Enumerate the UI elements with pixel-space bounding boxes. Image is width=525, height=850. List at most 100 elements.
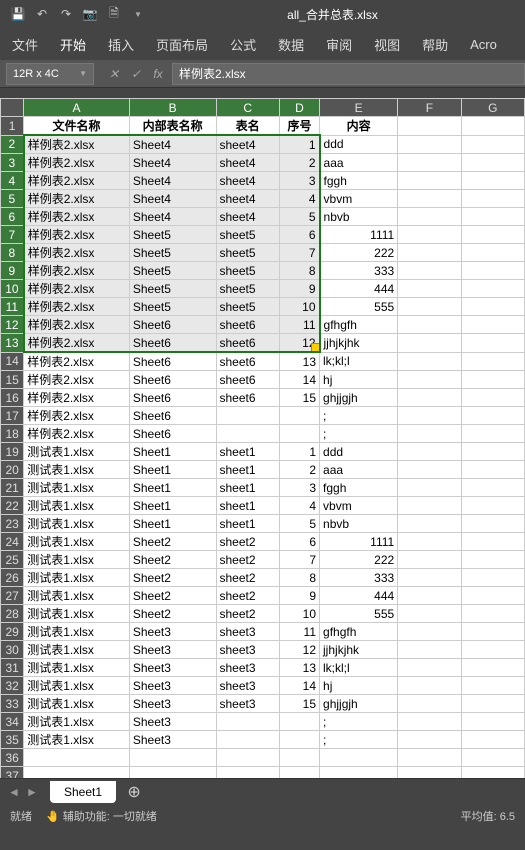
cell-E36[interactable]: [320, 749, 398, 767]
cell-C10[interactable]: sheet5: [216, 280, 279, 298]
cell-G5[interactable]: [461, 190, 524, 208]
cell-G7[interactable]: [461, 226, 524, 244]
cell-C9[interactable]: sheet5: [216, 262, 279, 280]
cell-D18[interactable]: [279, 425, 319, 443]
tab-file[interactable]: 文件: [10, 31, 40, 58]
row-header-27[interactable]: 27: [1, 587, 24, 605]
cell-B31[interactable]: Sheet3: [129, 659, 216, 677]
cell-E35[interactable]: ;: [320, 731, 398, 749]
cell-A10[interactable]: 样例表2.xlsx: [24, 280, 130, 298]
tab-home[interactable]: 开始: [58, 31, 88, 58]
cell-F15[interactable]: [398, 371, 461, 389]
cell-C28[interactable]: sheet2: [216, 605, 279, 623]
cell-F36[interactable]: [398, 749, 461, 767]
cell-E16[interactable]: ghjjgjh: [320, 389, 398, 407]
row-header-4[interactable]: 4: [1, 172, 24, 190]
cell-E33[interactable]: ghjjgjh: [320, 695, 398, 713]
cell-B35[interactable]: Sheet3: [129, 731, 216, 749]
cell-A36[interactable]: [24, 749, 130, 767]
cell-B24[interactable]: Sheet2: [129, 533, 216, 551]
cell-C21[interactable]: sheet1: [216, 479, 279, 497]
camera-icon[interactable]: 📷: [80, 4, 100, 24]
cell-C7[interactable]: sheet5: [216, 226, 279, 244]
cell-A23[interactable]: 测试表1.xlsx: [24, 515, 130, 533]
cell-D37[interactable]: [279, 767, 319, 779]
cell-B29[interactable]: Sheet3: [129, 623, 216, 641]
row-header-18[interactable]: 18: [1, 425, 24, 443]
col-header-C[interactable]: C: [216, 99, 279, 117]
cell-C4[interactable]: sheet4: [216, 172, 279, 190]
cell-E26[interactable]: 333: [320, 569, 398, 587]
cell-G10[interactable]: [461, 280, 524, 298]
cell-F20[interactable]: [398, 461, 461, 479]
cell-E28[interactable]: 555: [320, 605, 398, 623]
row-header-26[interactable]: 26: [1, 569, 24, 587]
cell-A19[interactable]: 测试表1.xlsx: [24, 443, 130, 461]
cell-D8[interactable]: 7: [279, 244, 319, 262]
cell-E11[interactable]: 555: [320, 298, 398, 316]
cell-E18[interactable]: ;: [320, 425, 398, 443]
cell-F25[interactable]: [398, 551, 461, 569]
cell-D29[interactable]: 11: [279, 623, 319, 641]
cell-C8[interactable]: sheet5: [216, 244, 279, 262]
cell-E23[interactable]: nbvb: [320, 515, 398, 533]
cell-E30[interactable]: jjhjkjhk: [320, 641, 398, 659]
cell-D34[interactable]: [279, 713, 319, 731]
cancel-icon[interactable]: ✕: [104, 64, 124, 84]
cell-A2[interactable]: 样例表2.xlsx: [24, 135, 130, 154]
cell-E7[interactable]: 1111: [320, 226, 398, 244]
cell-D14[interactable]: 13: [279, 352, 319, 371]
cell-C6[interactable]: sheet4: [216, 208, 279, 226]
cell-F9[interactable]: [398, 262, 461, 280]
cell-C19[interactable]: sheet1: [216, 443, 279, 461]
cell-G28[interactable]: [461, 605, 524, 623]
cell-A29[interactable]: 测试表1.xlsx: [24, 623, 130, 641]
cell-A15[interactable]: 样例表2.xlsx: [24, 371, 130, 389]
cell-A22[interactable]: 测试表1.xlsx: [24, 497, 130, 515]
col-header-E[interactable]: E: [320, 99, 398, 117]
cell-A25[interactable]: 测试表1.xlsx: [24, 551, 130, 569]
cell-G16[interactable]: [461, 389, 524, 407]
cell-F35[interactable]: [398, 731, 461, 749]
tab-layout[interactable]: 页面布局: [154, 31, 210, 58]
redo-icon[interactable]: ↷: [56, 4, 76, 24]
cell-A26[interactable]: 测试表1.xlsx: [24, 569, 130, 587]
row-header-8[interactable]: 8: [1, 244, 24, 262]
cell-A27[interactable]: 测试表1.xlsx: [24, 587, 130, 605]
formula-input[interactable]: 样例表2.xlsx: [172, 63, 525, 85]
cell-F33[interactable]: [398, 695, 461, 713]
cell-A21[interactable]: 测试表1.xlsx: [24, 479, 130, 497]
row-header-30[interactable]: 30: [1, 641, 24, 659]
header-cell[interactable]: 文件名称: [24, 117, 130, 136]
row-header-6[interactable]: 6: [1, 208, 24, 226]
cell-A3[interactable]: 样例表2.xlsx: [24, 154, 130, 172]
cell-G26[interactable]: [461, 569, 524, 587]
cell-E22[interactable]: vbvm: [320, 497, 398, 515]
accept-icon[interactable]: ✓: [126, 64, 146, 84]
row-header-5[interactable]: 5: [1, 190, 24, 208]
cell-B7[interactable]: Sheet5: [129, 226, 216, 244]
cell-A5[interactable]: 样例表2.xlsx: [24, 190, 130, 208]
cell-F22[interactable]: [398, 497, 461, 515]
row-header-3[interactable]: 3: [1, 154, 24, 172]
cell-G31[interactable]: [461, 659, 524, 677]
cell-G6[interactable]: [461, 208, 524, 226]
cell-C22[interactable]: sheet1: [216, 497, 279, 515]
cell-F7[interactable]: [398, 226, 461, 244]
col-header-A[interactable]: A: [24, 99, 130, 117]
cell-E29[interactable]: gfhgfh: [320, 623, 398, 641]
cell-G21[interactable]: [461, 479, 524, 497]
cell-D12[interactable]: 11: [279, 316, 319, 334]
row-header-24[interactable]: 24: [1, 533, 24, 551]
cell-B33[interactable]: Sheet3: [129, 695, 216, 713]
cell-A13[interactable]: 样例表2.xlsx: [24, 334, 130, 353]
cell-G23[interactable]: [461, 515, 524, 533]
cell-D10[interactable]: 9: [279, 280, 319, 298]
header-cell[interactable]: 序号: [279, 117, 319, 136]
row-header-32[interactable]: 32: [1, 677, 24, 695]
cell-C26[interactable]: sheet2: [216, 569, 279, 587]
cell-F17[interactable]: [398, 407, 461, 425]
cell-G15[interactable]: [461, 371, 524, 389]
cell-B25[interactable]: Sheet2: [129, 551, 216, 569]
cell-G3[interactable]: [461, 154, 524, 172]
